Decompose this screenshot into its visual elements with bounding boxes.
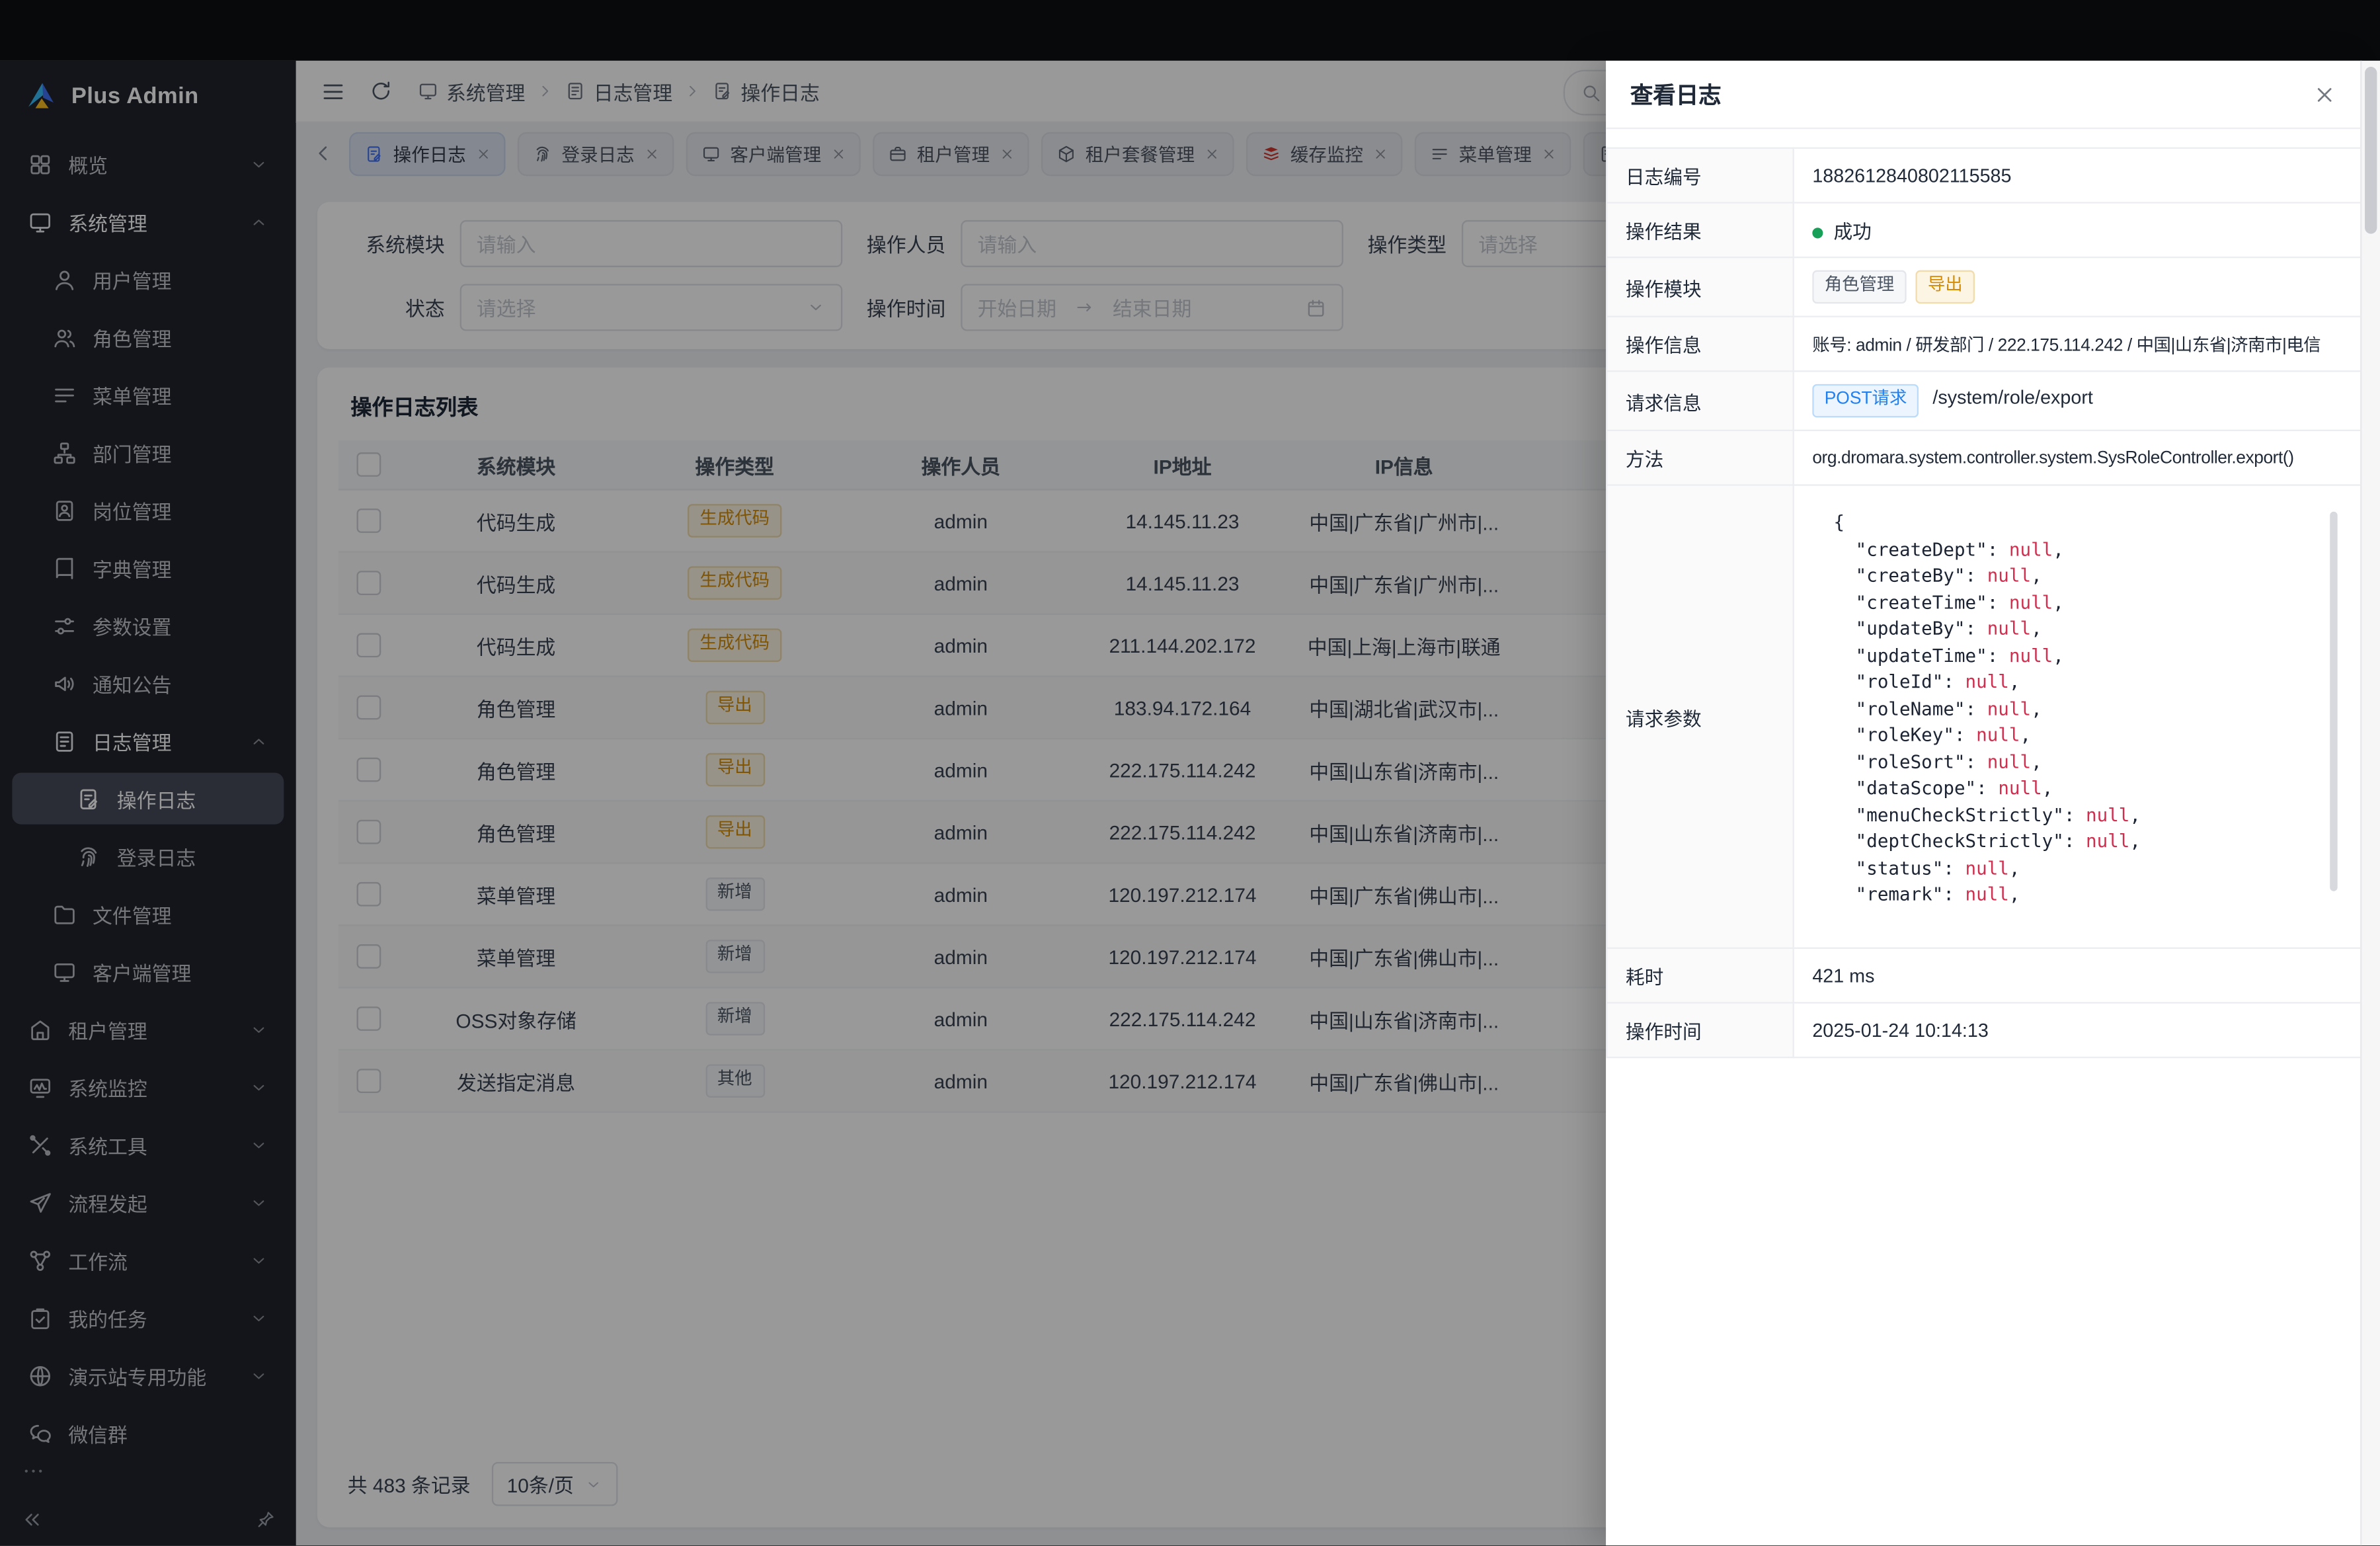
request-info-value: POST请求/system/role/export <box>1794 371 2361 430</box>
success-dot <box>1812 228 1823 239</box>
request-params-cell: { "createDept": null, "createBy": null, … <box>1794 485 2361 948</box>
module-tag: 角色管理 <box>1812 270 1906 304</box>
request-url: /system/role/export <box>1932 387 2092 409</box>
operation-time-value: 2025-01-24 10:14:13 <box>1794 1002 2361 1057</box>
detail-row: 日志编号 1882612840802115585 <box>1606 148 2361 203</box>
operation-info-value: 账号: admin / 研发部门 / 222.175.114.242 / 中国|… <box>1794 317 2361 372</box>
operation-type-tag: 导出 <box>1915 270 1975 304</box>
page-scrollbar[interactable] <box>2360 61 2380 1545</box>
log-id-value: 1882612840802115585 <box>1794 148 2361 203</box>
detail-row: 操作模块 角色管理导出 <box>1606 257 2361 317</box>
json-code-block[interactable]: { "createDept": null, "createBy": null, … <box>1812 498 2342 935</box>
viewport: Plus Admin 概览系统管理用户管理角色管理菜单管理部门管理岗位管理字典管… <box>0 0 2380 1545</box>
detail-row: 操作时间 2025-01-24 10:14:13 <box>1606 1002 2361 1057</box>
detail-row: 耗时 421 ms <box>1606 948 2361 1003</box>
result-value: 成功 <box>1794 203 2361 258</box>
code-scrollbar-thumb[interactable] <box>2330 512 2337 891</box>
duration-value: 421 ms <box>1794 948 2361 1003</box>
page-scrollbar-thumb[interactable] <box>2365 67 2377 234</box>
method-value: org.dromara.system.controller.system.Sys… <box>1794 430 2361 485</box>
drawer-body: 日志编号 1882612840802115585 操作结果 成功 操作模块 角色… <box>1606 129 2361 1545</box>
drawer-title: 查看日志 <box>1630 78 1722 110</box>
detail-row: 操作信息 账号: admin / 研发部门 / 222.175.114.242 … <box>1606 317 2361 372</box>
drawer-close-button[interactable] <box>2312 81 2338 107</box>
detail-row: 请求信息 POST请求/system/role/export <box>1606 371 2361 430</box>
detail-row: 请求参数 { "createDept": null, "createBy": n… <box>1606 485 2361 948</box>
detail-row: 方法 org.dromara.system.controller.system.… <box>1606 430 2361 485</box>
module-value: 角色管理导出 <box>1794 257 2361 317</box>
view-log-drawer: 查看日志 日志编号 1882612840802115585 操作结果 成功 <box>1606 61 2361 1545</box>
detail-row: 操作结果 成功 <box>1606 203 2361 258</box>
drawer-header: 查看日志 <box>1606 61 2361 129</box>
log-detail-table: 日志编号 1882612840802115585 操作结果 成功 操作模块 角色… <box>1606 147 2361 1059</box>
post-method-tag: POST请求 <box>1812 384 1919 418</box>
